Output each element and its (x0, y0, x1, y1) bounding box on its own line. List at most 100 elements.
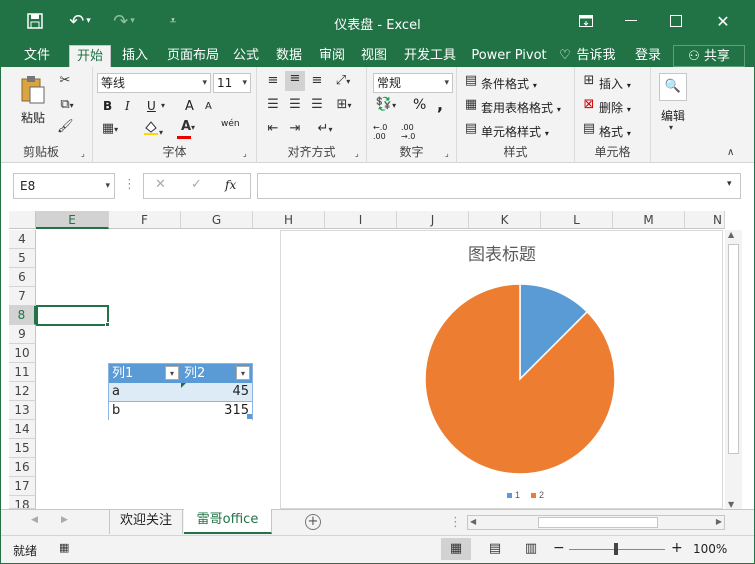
insert-function-button[interactable]: fx (225, 178, 236, 192)
row-header[interactable]: 13 (9, 401, 36, 420)
tab-file[interactable]: 文件 (15, 45, 59, 67)
paste-icon[interactable] (19, 75, 47, 105)
cell-styles-button[interactable]: 单元格样式 ▾ (481, 123, 549, 140)
chevron-down-icon[interactable]: ▾ (669, 123, 673, 132)
row-header[interactable]: 8 (9, 306, 36, 325)
align-left-icon[interactable]: ☰ (263, 97, 283, 112)
filter-dropdown-icon[interactable]: ▾ (236, 366, 250, 380)
formula-input[interactable] (257, 173, 741, 199)
scroll-up-icon[interactable]: ▲ (728, 230, 734, 239)
zoom-slider-thumb[interactable] (614, 543, 618, 555)
horizontal-scrollbar[interactable]: ◀ ▶ (467, 515, 725, 530)
row-header[interactable]: 9 (9, 325, 36, 344)
align-center-icon[interactable]: ☰ (285, 97, 305, 112)
scroll-down-icon[interactable]: ▼ (728, 500, 734, 509)
merge-center-icon[interactable]: ⊞▾ (331, 97, 357, 112)
vertical-scrollbar[interactable]: ▲ ▼ (725, 230, 742, 509)
column-header[interactable]: I (325, 211, 397, 229)
cut-icon[interactable]: ✂ (57, 73, 73, 88)
increase-decimal-button[interactable]: ←.0 .00 (373, 123, 401, 141)
chart-legend[interactable]: 12 (507, 490, 544, 500)
pie-slice-2[interactable] (424, 283, 616, 475)
tab-power-pivot[interactable]: Power Pivot (469, 45, 549, 67)
dialog-launcher-icon[interactable]: ⌟ (355, 149, 359, 158)
scroll-left-icon[interactable]: ◀ (470, 517, 476, 526)
column-header[interactable]: K (469, 211, 541, 229)
tab-insert[interactable]: 插入 (115, 45, 155, 67)
column-header[interactable]: M (613, 211, 685, 229)
tab-data[interactable]: 数据 (271, 45, 307, 67)
table-cell[interactable]: 45 (181, 383, 252, 401)
format-cells-button[interactable]: 格式 ▾ (599, 123, 631, 140)
chart-title[interactable]: 图表标题 (468, 245, 536, 264)
collapse-ribbon-icon[interactable]: ∧ (727, 147, 734, 158)
row-header[interactable]: 7 (9, 287, 36, 306)
shrink-font-button[interactable]: A (205, 101, 212, 112)
fill-handle[interactable] (105, 322, 110, 327)
row-header[interactable]: 12 (9, 382, 36, 401)
align-middle-icon[interactable]: ≡ (285, 71, 305, 91)
delete-cells-button[interactable]: 删除 ▾ (599, 99, 631, 116)
decrease-decimal-button[interactable]: .00 →.0 (401, 123, 429, 141)
table-resize-handle[interactable] (247, 414, 252, 419)
expand-formula-icon[interactable]: ▾ (727, 179, 732, 189)
prev-sheet-icon[interactable]: ◀ (31, 515, 38, 525)
ribbon-display-icon[interactable] (571, 1, 601, 41)
decrease-indent-icon[interactable]: ⇤ (263, 121, 283, 136)
bold-button[interactable]: B (103, 99, 112, 113)
font-name-select[interactable]: 等线 ▾ (97, 73, 211, 93)
tab-view[interactable]: 视图 (357, 45, 391, 67)
tab-review[interactable]: 审阅 (315, 45, 349, 67)
normal-view-icon[interactable]: ▦ (441, 538, 471, 560)
row-header[interactable]: 11 (9, 363, 36, 382)
paste-button[interactable]: 粘贴 (21, 109, 45, 126)
grow-font-button[interactable]: A (185, 99, 194, 114)
column-header[interactable]: H (253, 211, 325, 229)
table-cell[interactable]: b (109, 402, 181, 420)
row-header[interactable]: 4 (9, 230, 36, 249)
fill-color-icon[interactable]: ▾ (141, 119, 165, 139)
underline-button[interactable]: U (147, 99, 156, 113)
share-button[interactable]: ⚇ 共享 (673, 45, 745, 67)
row-header[interactable]: 16 (9, 458, 36, 477)
orientation-icon[interactable]: ⤢▾ (331, 73, 355, 88)
row-header[interactable]: 10 (9, 344, 36, 363)
editing-button[interactable]: 编辑 (661, 107, 685, 124)
row-header[interactable]: 18 (9, 496, 36, 509)
column-header[interactable]: N (685, 211, 725, 229)
select-all-corner[interactable] (9, 211, 36, 229)
font-color-icon[interactable]: A▾ (175, 119, 201, 139)
table-header-cell[interactable]: 列1 ▾ (109, 364, 181, 383)
tab-signin[interactable]: 登录 (631, 45, 665, 67)
format-as-table-button[interactable]: 套用表格格式 ▾ (481, 99, 561, 116)
align-bottom-icon[interactable]: ≡ (307, 73, 327, 88)
increase-indent-icon[interactable]: ⇥ (285, 121, 305, 136)
align-top-icon[interactable]: ≡ (263, 73, 283, 88)
font-size-select[interactable]: 11 ▾ (213, 73, 251, 93)
copy-icon[interactable]: ⧉▾ (55, 97, 79, 112)
customize-toolbar-icon[interactable]: ⩡ (165, 1, 181, 41)
border-icon[interactable]: ▦▾ (99, 121, 121, 136)
italic-button[interactable]: I (125, 99, 130, 113)
macro-record-icon[interactable]: ▦ (59, 541, 69, 554)
dialog-launcher-icon[interactable]: ⌟ (81, 149, 85, 158)
close-icon[interactable]: ✕ (703, 1, 743, 41)
format-painter-icon[interactable]: 🖌 (57, 119, 74, 134)
active-cell[interactable] (36, 305, 109, 326)
row-header[interactable]: 15 (9, 439, 36, 458)
conditional-format-button[interactable]: 条件格式 ▾ (481, 75, 537, 92)
zoom-in-button[interactable]: + (671, 540, 683, 556)
row-header[interactable]: 6 (9, 268, 36, 287)
row-header[interactable]: 17 (9, 477, 36, 496)
zoom-level[interactable]: 100% (693, 542, 727, 556)
name-box[interactable]: E8 ▾ (13, 173, 115, 199)
dialog-launcher-icon[interactable]: ⌟ (445, 149, 449, 158)
search-icon[interactable]: 🔍 (659, 73, 687, 101)
column-header[interactable]: G (181, 211, 253, 229)
chevron-down-icon[interactable]: ▾ (161, 101, 165, 110)
table-header-cell[interactable]: 列2 ▾ (181, 364, 252, 383)
enter-icon[interactable]: ✓ (191, 177, 202, 192)
filter-dropdown-icon[interactable]: ▾ (165, 366, 179, 380)
sheet-tab-leige-office[interactable]: 雷哥office (184, 509, 272, 534)
tab-page-layout[interactable]: 页面布局 (161, 45, 225, 67)
